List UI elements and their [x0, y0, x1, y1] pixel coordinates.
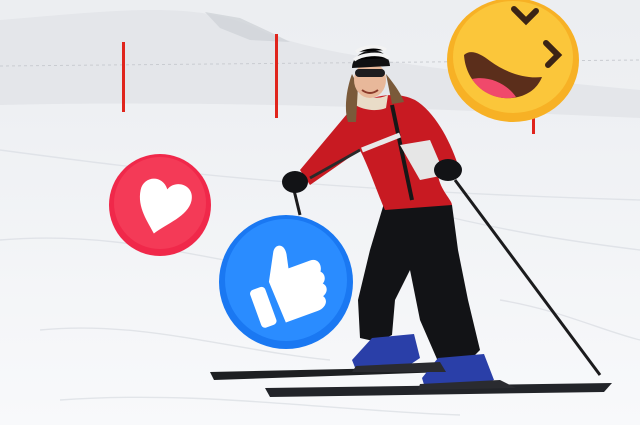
glove-left — [282, 171, 308, 193]
marker-pole-1 — [122, 42, 125, 112]
photo-scene — [0, 0, 640, 425]
glove-right — [434, 159, 462, 181]
sunglasses — [355, 69, 385, 77]
laughing-face-icon — [446, 0, 580, 123]
marker-pole-2 — [275, 34, 278, 118]
thumbs-up-icon — [218, 214, 354, 350]
heart-icon — [108, 153, 212, 257]
